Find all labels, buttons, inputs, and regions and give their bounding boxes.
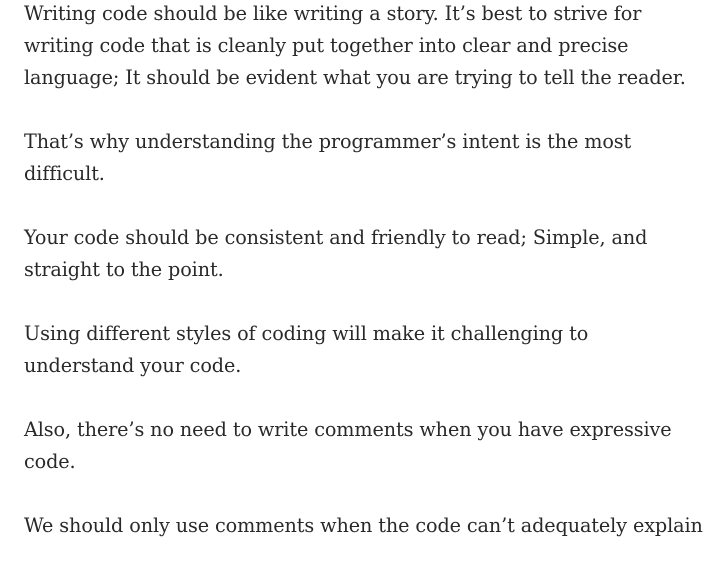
paragraph: Writing code should be like writing a st… — [24, 2, 686, 89]
article-body: Writing code should be like writing a st… — [24, 0, 704, 574]
paragraph: We should only use comments when the cod… — [24, 514, 703, 537]
paragraph: Also, there’s no need to write comments … — [24, 418, 672, 473]
paragraph: That’s why understanding the programmer’… — [24, 130, 632, 185]
paragraph: Using different styles of coding will ma… — [24, 322, 589, 377]
paragraph: Your code should be consistent and frien… — [24, 226, 648, 281]
